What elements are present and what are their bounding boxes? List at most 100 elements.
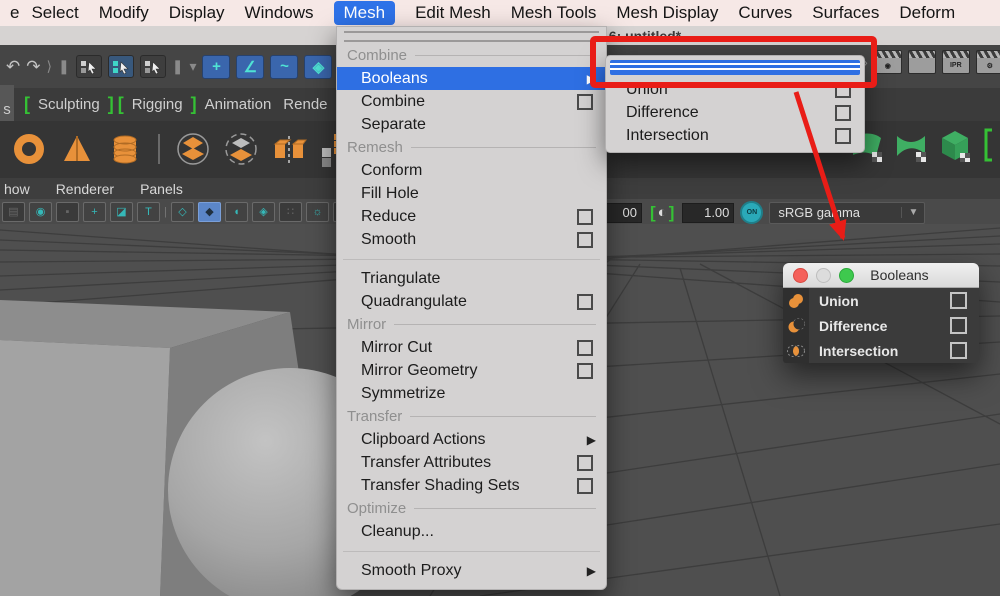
render-settings-icon[interactable]: ⚙ [975, 50, 1000, 74]
shelf-tab-partial[interactable]: s [0, 85, 14, 124]
mirror-cut-icon[interactable] [272, 132, 308, 168]
shelf-tab-animation[interactable]: Animation [199, 96, 278, 113]
submenu-tearoff-highlighted[interactable] [606, 60, 864, 75]
menu-item-reduce[interactable]: Reduce [337, 205, 606, 228]
booleans-row-intersection[interactable]: Intersection [783, 338, 979, 363]
snap-curve-icon[interactable]: ∠ [236, 54, 265, 79]
gate-mask-icon[interactable]: ▪ [56, 201, 79, 222]
poly-pyramid-icon[interactable] [60, 132, 96, 168]
render-current-frame-icon[interactable] [907, 50, 936, 74]
panel-menu-show[interactable]: how [4, 181, 30, 197]
resolution-gate-icon[interactable]: ◉ [29, 201, 52, 222]
poly-helix-icon[interactable] [108, 132, 144, 168]
submenu-item-union[interactable]: Union [606, 78, 864, 101]
option-box[interactable] [577, 93, 593, 110]
option-box[interactable] [577, 293, 593, 310]
menu-tearoff[interactable] [337, 29, 606, 44]
nurbs-loft-icon[interactable] [894, 128, 930, 169]
contrast-icon[interactable]: [◐] [648, 203, 676, 223]
menubar-item-deform[interactable]: Deform [899, 2, 955, 24]
menubar-item-curves[interactable]: Curves [738, 2, 792, 24]
option-box[interactable] [577, 454, 593, 471]
color-management-toggle[interactable]: ON [740, 201, 764, 224]
playback-marker-icon[interactable]: ⟩ [47, 58, 52, 75]
menu-item-cleanup[interactable]: Cleanup... [337, 520, 606, 543]
snap-grid-icon[interactable]: + [202, 54, 231, 79]
close-button[interactable] [793, 267, 808, 283]
menubar-item-surfaces[interactable]: Surfaces [812, 2, 879, 24]
separate-icon[interactable] [224, 132, 260, 168]
zoom-button[interactable] [839, 267, 854, 283]
menu-item-smooth-proxy[interactable]: Smooth Proxy ▶ [337, 559, 606, 582]
camera-attributes-icon[interactable]: ◪ [110, 201, 133, 222]
nurbs-cube-icon[interactable] [938, 128, 974, 169]
option-box[interactable] [835, 127, 851, 144]
undo-icon[interactable]: ↶ [6, 57, 20, 77]
select-component-icon[interactable] [139, 55, 166, 78]
menu-item-transfer-shading-sets[interactable]: Transfer Shading Sets [337, 474, 606, 497]
menu-item-mirror-geometry[interactable]: Mirror Geometry [337, 359, 606, 382]
option-box[interactable] [950, 317, 967, 334]
gamma-field[interactable]: 1.00 [682, 202, 735, 223]
snap-plane-icon[interactable]: ◈ [304, 54, 333, 79]
dropdown-caret-icon[interactable]: ▾ [189, 58, 196, 75]
menubar-item-mesh[interactable]: Mesh [333, 1, 396, 25]
field-chart-icon[interactable]: + [83, 201, 106, 222]
option-box[interactable] [577, 339, 593, 356]
view-transform-select[interactable]: sRGB gamma ▼ [769, 201, 926, 224]
menubar-item-select[interactable]: Select [31, 2, 78, 24]
shelf-tab-rende[interactable]: Rende [277, 96, 333, 113]
booleans-row-difference[interactable]: Difference [783, 313, 979, 338]
submenu-item-intersection[interactable]: Intersection [606, 124, 864, 147]
menubar-item-edit-mesh[interactable]: Edit Mesh [415, 2, 491, 24]
select-object-icon[interactable] [107, 55, 134, 78]
menu-item-smooth[interactable]: Smooth [337, 228, 606, 251]
option-box[interactable] [835, 81, 851, 98]
select-hierarchy-icon[interactable] [75, 55, 102, 78]
snap-point-icon[interactable]: ~ [270, 54, 299, 79]
menu-item-clipboard-actions[interactable]: Clipboard Actions ▶ [337, 428, 606, 451]
option-box[interactable] [950, 342, 967, 359]
option-box[interactable] [577, 362, 593, 379]
textured-mode-icon[interactable]: ◖ [225, 201, 248, 222]
menu-item-fill-hole[interactable]: Fill Hole [337, 182, 606, 205]
menubar-item-windows[interactable]: Windows [245, 2, 314, 24]
menubar-item-partial[interactable]: e [10, 3, 19, 23]
grease-pencil-icon[interactable]: T [137, 201, 160, 222]
menubar-item-modify[interactable]: Modify [99, 2, 149, 24]
menu-item-quadrangulate[interactable]: Quadrangulate [337, 290, 606, 313]
menu-item-combine[interactable]: Combine [337, 90, 606, 113]
minimize-button[interactable] [816, 267, 831, 283]
option-box[interactable] [577, 477, 593, 494]
booleans-window-titlebar[interactable]: Booleans [783, 263, 979, 288]
poly-torus-icon[interactable] [12, 132, 48, 168]
option-box[interactable] [950, 292, 967, 309]
booleans-row-union[interactable]: Union [783, 288, 979, 313]
shaded-mode-icon[interactable]: ◆ [198, 201, 221, 222]
option-box[interactable] [577, 231, 593, 248]
lighting-icon[interactable]: ☼ [306, 201, 329, 222]
ipr-render-icon[interactable]: IPR [941, 50, 970, 74]
shelf-tab-sculpting[interactable]: Sculpting [32, 96, 106, 113]
shelf-tab-rigging[interactable]: Rigging [126, 96, 189, 113]
submenu-item-difference[interactable]: Difference [606, 101, 864, 124]
xray-icon[interactable]: ∷ [279, 201, 302, 222]
menubar-item-mesh-tools[interactable]: Mesh Tools [511, 2, 597, 24]
menu-item-symmetrize[interactable]: Symmetrize [337, 382, 606, 405]
film-gate-icon[interactable]: ▤ [2, 201, 25, 222]
combine-icon[interactable] [176, 132, 212, 168]
wireframe-mode-icon[interactable]: ◇ [171, 201, 194, 222]
panel-menu-renderer[interactable]: Renderer [56, 181, 114, 197]
menu-item-booleans[interactable]: Booleans ▶ [337, 67, 606, 90]
menu-item-transfer-attributes[interactable]: Transfer Attributes [337, 451, 606, 474]
menu-item-mirror-cut[interactable]: Mirror Cut [337, 336, 606, 359]
render-view-eye-icon[interactable]: ◉ [873, 50, 902, 74]
panel-menu-panels[interactable]: Panels [140, 181, 183, 197]
menu-item-triangulate[interactable]: Triangulate [337, 267, 606, 290]
option-box[interactable] [835, 104, 851, 121]
option-box[interactable] [577, 208, 593, 225]
menu-item-conform[interactable]: Conform [337, 159, 606, 182]
menu-item-separate[interactable]: Separate [337, 113, 606, 136]
wireframe-on-shaded-icon[interactable]: ◈ [252, 201, 275, 222]
redo-icon[interactable]: ↷ [26, 57, 40, 77]
